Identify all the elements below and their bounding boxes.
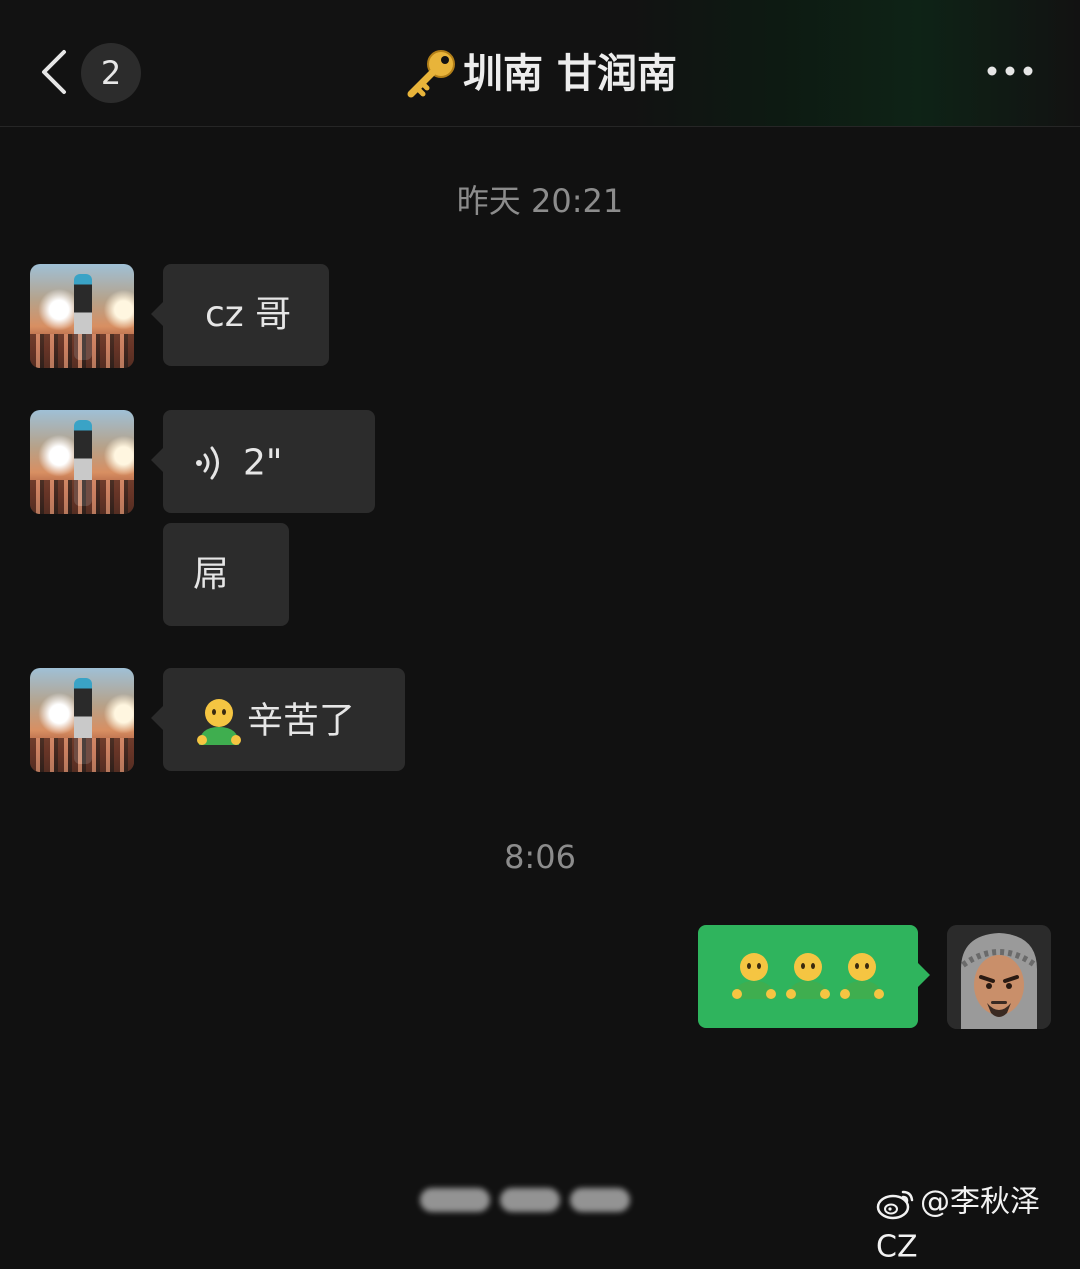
person-emoji-icon	[786, 953, 830, 999]
contact-avatar[interactable]	[30, 668, 134, 772]
blurred-watermark	[420, 1178, 660, 1218]
incoming-message[interactable]: 辛苦了	[151, 668, 405, 771]
contact-avatar[interactable]	[30, 410, 134, 514]
voice-icon	[196, 446, 219, 480]
voice-duration: 2"	[243, 442, 283, 484]
voice-message[interactable]: 2"	[151, 410, 375, 513]
memoji-avatar-icon	[947, 925, 1051, 1029]
key-icon	[407, 50, 456, 98]
person-emoji-icon	[732, 953, 776, 999]
weibo-icon	[876, 1190, 914, 1219]
ellipsis-icon	[987, 66, 1033, 76]
chat-title-text: 圳南 甘润南	[463, 51, 677, 97]
person-emoji-icon	[840, 953, 884, 999]
person-emoji-icon	[197, 699, 241, 745]
message-text: 辛苦了	[247, 700, 356, 742]
chat-header: 2 圳南 甘润南	[0, 0, 1080, 127]
chat-title: 圳南 甘润南	[0, 42, 1080, 104]
more-options-button[interactable]	[984, 56, 1036, 86]
message-timestamp: 昨天 20:21	[456, 182, 624, 220]
weibo-watermark: @李秋泽CZ	[876, 1180, 1080, 1265]
my-avatar[interactable]	[947, 925, 1051, 1029]
incoming-message[interactable]: cz 哥	[151, 264, 329, 366]
incoming-message[interactable]: 屌	[163, 523, 289, 626]
message-timestamp: 8:06	[504, 838, 576, 876]
outgoing-message[interactable]	[698, 925, 930, 1028]
contact-avatar[interactable]	[30, 264, 134, 368]
